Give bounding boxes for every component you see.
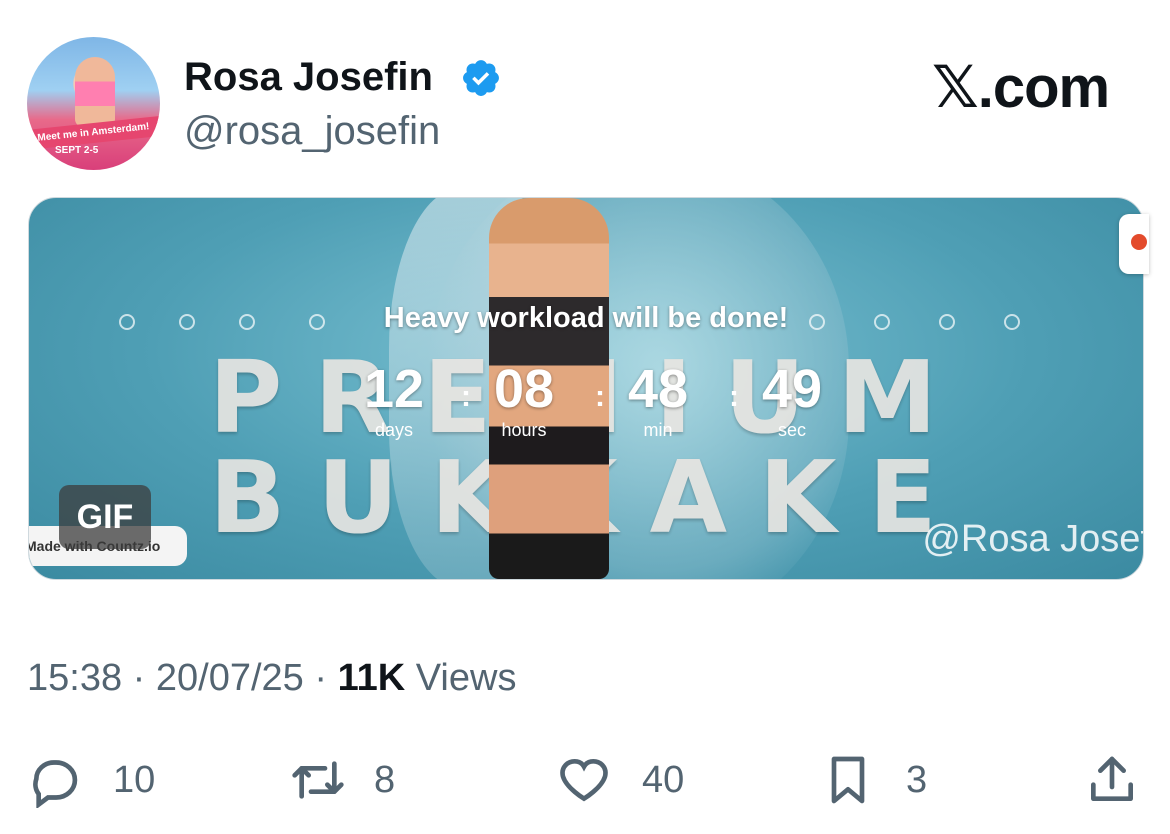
brand-logo: 𝕏.com	[932, 55, 1110, 120]
countdown-min: 48 min	[613, 358, 703, 440]
share-button[interactable]	[1084, 748, 1140, 812]
media-watermark: @Rosa Josef	[922, 518, 1144, 560]
repost-icon	[292, 761, 344, 799]
reply-icon	[33, 760, 78, 808]
countdown-separator: :	[461, 380, 471, 413]
gif-badge: GIF	[59, 485, 151, 549]
countdown-headline: Heavy workload will be done!	[383, 302, 789, 334]
tweet-media-gif[interactable]: PREMIUM BUKKAKE Heavy workload will be d…	[28, 197, 1144, 580]
side-reaction-tab[interactable]	[1119, 214, 1149, 274]
heart-icon	[560, 758, 608, 802]
views-count: 11K	[337, 657, 406, 699]
tweet-meta: 15:38 · 20/07/25 · 11K Views	[27, 654, 516, 702]
repost-count: 8	[374, 758, 396, 801]
countdown-sec: 49 sec	[747, 358, 837, 440]
bookmark-count: 3	[906, 758, 928, 801]
countdown-days-label: days	[374, 420, 414, 440]
tweet-time[interactable]: 15:38	[27, 657, 122, 699]
author-name[interactable]: Rosa Josefin	[184, 52, 433, 102]
countdown-sec-value: 49	[761, 359, 823, 419]
share-icon	[1091, 756, 1133, 801]
like-button[interactable]: 40	[556, 748, 684, 812]
bookmark-icon	[831, 756, 865, 804]
tweet-date[interactable]: 20/07/25	[156, 657, 304, 699]
like-count: 40	[642, 758, 685, 801]
countdown-min-value: 48	[627, 359, 689, 419]
avatar-date-text: SEPT 2-5	[55, 145, 99, 156]
countdown-days-value: 12	[363, 359, 425, 419]
avatar-figure	[75, 57, 115, 127]
verified-badge-icon	[463, 60, 499, 96]
countdown-hours-value: 08	[493, 359, 555, 419]
countdown-separator: :	[595, 380, 605, 413]
countdown-min-label: min	[643, 420, 673, 440]
countdown-hours-label: hours	[501, 420, 547, 440]
views-label: Views	[415, 657, 517, 699]
reply-count: 10	[113, 758, 156, 801]
tweet-actions: 10 8 40 3	[0, 748, 1170, 818]
meta-dot: ·	[132, 657, 146, 699]
author-handle[interactable]: @rosa_josefin	[184, 106, 440, 156]
repost-button[interactable]: 8	[290, 748, 395, 812]
reply-button[interactable]: 10	[27, 748, 155, 812]
countdown-sec-label: sec	[777, 420, 806, 440]
bookmark-button[interactable]: 3	[820, 748, 927, 812]
countdown-hours: 08 hours	[479, 358, 569, 440]
countdown-days: 12 days	[349, 358, 439, 440]
countdown-separator: :	[729, 380, 739, 413]
meta-dot: ·	[314, 657, 328, 699]
countdown-timer: 12 days : 08 hours : 48 min : 49 sec	[349, 358, 829, 448]
avatar[interactable]: Meet me in Amsterdam! SEPT 2-5	[27, 37, 160, 170]
